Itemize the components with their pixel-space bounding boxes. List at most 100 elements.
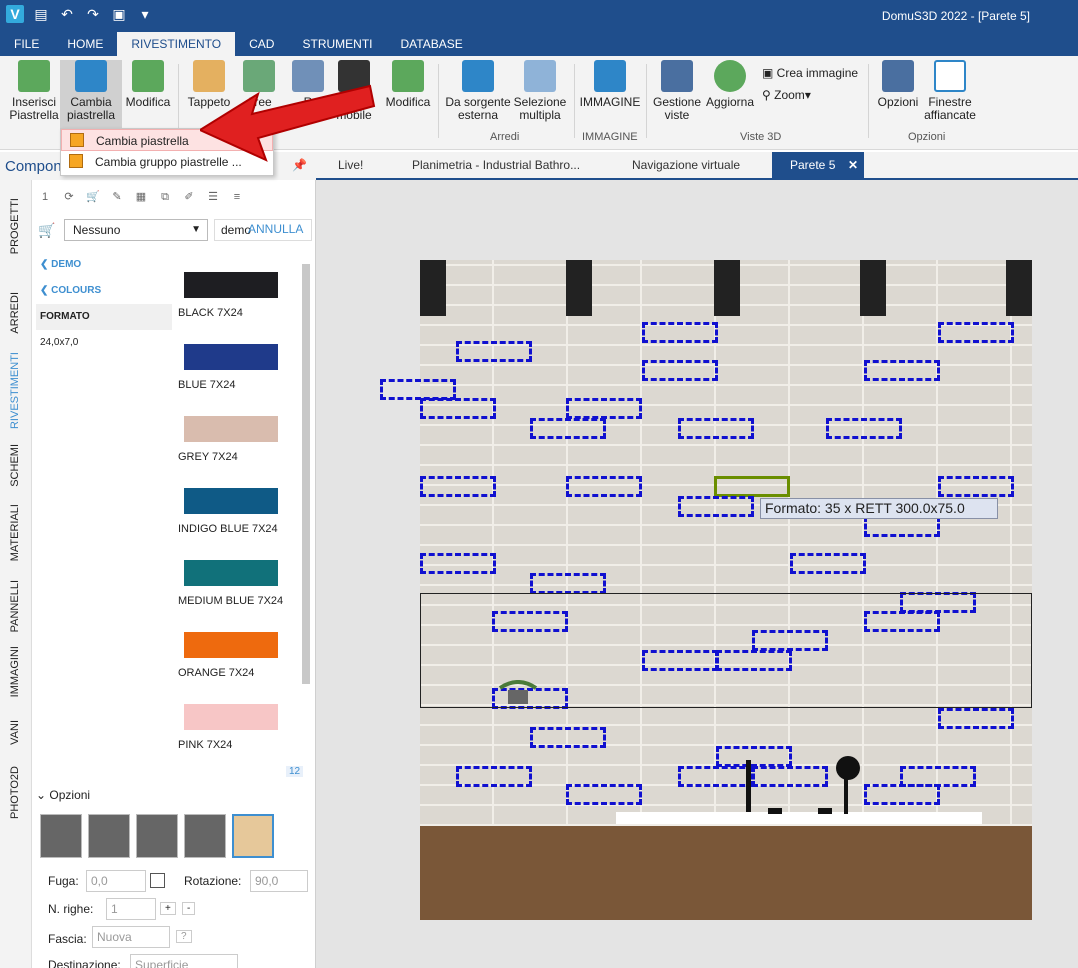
level-icon[interactable]: 1 — [36, 189, 54, 205]
selected-tile[interactable] — [566, 476, 642, 497]
crea-immagine-button[interactable]: ▣ Crea immagine — [762, 66, 858, 80]
opzioni-button[interactable]: Opzioni — [874, 60, 922, 109]
options-toggle[interactable]: ⌄ Opzioni — [36, 788, 90, 802]
selected-tile[interactable] — [864, 784, 940, 805]
selected-tile[interactable] — [716, 746, 792, 767]
stack-icon[interactable]: ☰ — [204, 189, 222, 205]
tab-home[interactable]: HOME — [53, 32, 117, 56]
doctab-planimetria[interactable]: Planimetria - Industrial Bathro... — [412, 152, 580, 178]
selected-tile[interactable] — [752, 766, 828, 787]
annulla-button[interactable]: ANNULLA — [248, 222, 303, 236]
selected-tile[interactable] — [938, 322, 1014, 343]
modifica-button[interactable]: Modifica — [122, 60, 174, 109]
aggiorna-button[interactable]: Aggiorna — [704, 60, 756, 109]
selected-tile[interactable] — [790, 553, 866, 574]
qat-dropdown-icon[interactable]: ▾ — [136, 5, 154, 23]
selected-tile[interactable] — [938, 708, 1014, 729]
doctab-parete-5[interactable]: Parete 5 ✕ — [772, 152, 864, 178]
selected-tile[interactable] — [566, 398, 642, 419]
tab-file[interactable]: FILE — [0, 32, 53, 56]
room-layout-icon[interactable] — [88, 814, 130, 858]
selected-tile[interactable] — [420, 476, 496, 497]
copy-icon[interactable]: ⧉ — [156, 189, 174, 205]
selected-tile[interactable] — [864, 516, 940, 537]
tile-blue[interactable]: BLUE 7X24 — [174, 324, 302, 396]
selected-tile[interactable] — [530, 418, 606, 439]
tab-database[interactable]: DATABASE — [386, 32, 476, 56]
vtab-vani[interactable]: VANI — [9, 720, 21, 745]
save-icon[interactable]: ▣ — [110, 5, 128, 23]
increment-button[interactable]: + — [160, 902, 176, 915]
hovered-tile[interactable] — [714, 476, 790, 497]
zoom-button[interactable]: ⚲ Zoom▾ — [762, 88, 811, 102]
list-icon[interactable]: ≡ — [228, 189, 246, 205]
tab-rivestimento[interactable]: RIVESTIMENTO — [117, 32, 236, 56]
supplier-select[interactable]: Nessuno ▼ — [64, 219, 208, 241]
tab-cad[interactable]: CAD — [235, 32, 288, 56]
selected-tile[interactable] — [530, 727, 606, 748]
cambia-piastrella-button[interactable]: Cambia piastrella — [60, 60, 122, 132]
brush-icon[interactable]: ✎ — [108, 189, 126, 205]
vtab-immagini[interactable]: IMMAGINI — [9, 646, 21, 697]
vtab-pannelli[interactable]: PANNELLI — [9, 580, 21, 632]
vtab-schemi[interactable]: SCHEMI — [9, 444, 21, 487]
fuga-input[interactable]: 0,0 — [86, 870, 146, 892]
format-item[interactable]: 24,0x7,0 — [36, 330, 172, 356]
selected-tile[interactable] — [678, 496, 754, 517]
pattern-layout-icon[interactable] — [184, 814, 226, 858]
selected-tile[interactable] — [530, 573, 606, 594]
vtab-progetti[interactable]: PROGETTI — [9, 198, 21, 254]
da-sorgente-esterna-button[interactable]: Da sorgente esterna — [444, 60, 512, 122]
selected-tile[interactable] — [456, 766, 532, 787]
immagine-button[interactable]: IMMAGINE — [578, 60, 642, 109]
modifica2-button[interactable]: Modifica — [382, 60, 434, 109]
refresh-icon[interactable]: ⟳ — [60, 189, 78, 205]
decrement-button[interactable]: - — [182, 902, 196, 915]
inserisci-piastrella-button[interactable]: Inserisci Piastrella — [6, 60, 62, 122]
selected-tile[interactable] — [566, 784, 642, 805]
vtab-arredi[interactable]: ARREDI — [9, 292, 21, 334]
close-icon[interactable]: ✕ — [848, 152, 858, 178]
walls-layout-icon[interactable] — [136, 814, 178, 858]
tile-indigo-blue[interactable]: INDIGO BLUE 7X24 — [174, 468, 302, 540]
tile-grey[interactable]: GREY 7X24 — [174, 396, 302, 468]
tile-black[interactable]: BLACK 7X24 — [174, 252, 302, 324]
open-folder-icon[interactable]: ▤ — [32, 5, 50, 23]
floor-layout-icon[interactable] — [40, 814, 82, 858]
tile-medium-blue[interactable]: MEDIUM BLUE 7X24 — [174, 540, 302, 612]
selected-tile[interactable] — [642, 322, 718, 343]
selected-tile[interactable] — [380, 379, 456, 400]
nav-back-demo[interactable]: ❮ DEMO — [36, 252, 172, 278]
selected-tile[interactable] — [938, 476, 1014, 497]
vtab-rivestimenti[interactable]: RIVESTIMENTI — [9, 352, 21, 429]
tile-tool-icon[interactable]: ▦ — [132, 189, 150, 205]
tab-strumenti[interactable]: STRUMENTI — [288, 32, 386, 56]
selected-tile[interactable] — [678, 418, 754, 439]
help-button[interactable]: ? — [176, 930, 192, 943]
edit-icon[interactable]: ✐ — [180, 189, 198, 205]
selected-tile[interactable] — [456, 341, 532, 362]
destinazione-select[interactable]: Superficie — [130, 954, 238, 968]
selected-tile[interactable] — [678, 766, 754, 787]
selected-tile[interactable] — [642, 360, 718, 381]
finestre-affiancate-button[interactable]: Finestre affiancate — [922, 60, 978, 122]
gestione-viste-button[interactable]: Gestione viste — [650, 60, 704, 122]
tile-layout-icon[interactable] — [232, 814, 274, 858]
rotazione-input[interactable]: 90,0 — [250, 870, 308, 892]
scrollbar-thumb[interactable] — [302, 264, 310, 684]
cart-icon[interactable]: 🛒 — [84, 189, 102, 205]
fascia-select[interactable]: Nuova — [92, 926, 170, 948]
selected-tile[interactable] — [420, 398, 496, 419]
selected-tile[interactable] — [826, 418, 902, 439]
redo-icon[interactable]: ↷ — [84, 5, 102, 23]
vtab-photo2d[interactable]: PHOTO2D — [9, 766, 21, 819]
nav-back-colours[interactable]: ❮ COLOURS — [36, 278, 172, 304]
selected-tile[interactable] — [864, 360, 940, 381]
app-logo-icon[interactable]: V — [6, 5, 24, 23]
vtab-materiali[interactable]: MATERIALI — [9, 504, 21, 561]
tile-orange[interactable]: ORANGE 7X24 — [174, 612, 302, 684]
fuga-color-swatch[interactable] — [150, 873, 165, 888]
selected-tile[interactable] — [420, 553, 496, 574]
doctab-navigazione[interactable]: Navigazione virtuale — [632, 152, 740, 178]
righe-stepper[interactable]: 1 — [106, 898, 156, 920]
